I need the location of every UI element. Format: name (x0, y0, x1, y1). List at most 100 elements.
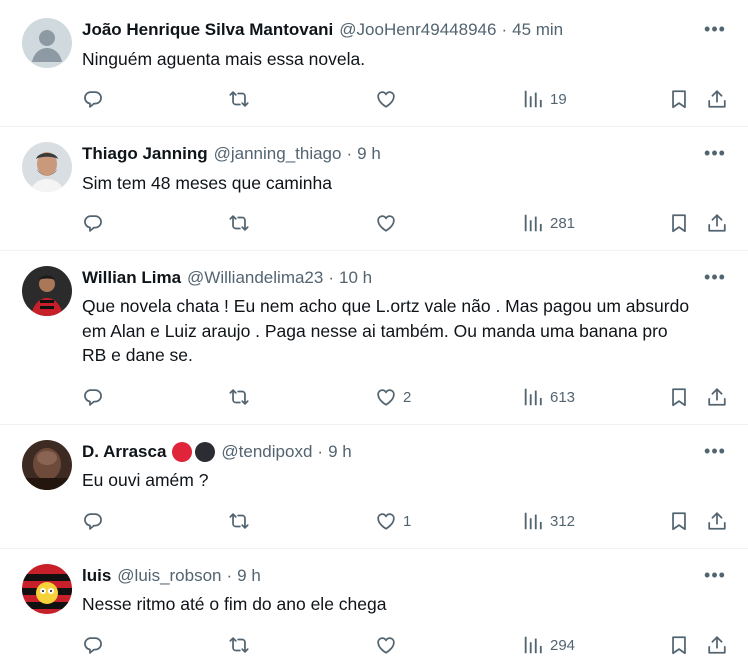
author-name[interactable]: D. Arrasca (82, 441, 166, 463)
like-button[interactable] (375, 633, 403, 657)
tweet-text: Eu ouvi amém ? (82, 470, 209, 490)
avatar[interactable] (22, 142, 72, 192)
black-circle-emoji (195, 442, 216, 462)
timestamp[interactable]: 45 min (512, 19, 563, 41)
like-button[interactable]: 1 (375, 509, 411, 533)
author-name[interactable]: luis (82, 565, 111, 587)
views-button[interactable]: 19 (522, 87, 567, 111)
share-button[interactable] (706, 633, 728, 657)
author-handle[interactable]: @JooHenr49448946 (339, 19, 496, 41)
author-handle[interactable]: @Williandelima23 (187, 267, 323, 289)
like-count: 1 (403, 512, 412, 530)
retweet-icon (228, 386, 250, 408)
retweet-button[interactable] (228, 509, 256, 533)
retweet-button[interactable] (228, 211, 256, 235)
separator-dot: · (317, 442, 324, 461)
bookmark-button[interactable] (668, 87, 690, 111)
bookmark-button[interactable] (668, 633, 690, 657)
timestamp[interactable]: 9 h (357, 143, 381, 165)
bookmark-icon (668, 212, 690, 234)
avatar[interactable] (22, 440, 72, 490)
tweet-text: Ninguém aguenta mais essa novela. (82, 49, 366, 69)
author-handle[interactable]: @luis_robson (117, 565, 221, 587)
views-button[interactable]: 281 (522, 211, 575, 235)
tweet-text: Nesse ritmo até o fim do ano ele chega (82, 594, 387, 614)
views-icon (522, 88, 544, 110)
reply-icon (82, 634, 104, 656)
separator-dot: · (346, 144, 353, 163)
share-button[interactable] (706, 509, 728, 533)
avatar[interactable] (22, 18, 72, 68)
bookmark-icon (668, 88, 690, 110)
action-bar: 19 (0, 87, 748, 111)
tweet[interactable]: João Henrique Silva Mantovani @JooHenr49… (0, 0, 748, 127)
like-icon (375, 510, 397, 532)
timestamp[interactable]: 10 h (339, 267, 372, 289)
author-name[interactable]: Willian Lima (82, 267, 181, 289)
bookmark-button[interactable] (668, 385, 690, 409)
retweet-icon (228, 212, 250, 234)
author-name[interactable]: Thiago Janning (82, 143, 208, 165)
author-handle[interactable]: @tendipoxd (221, 441, 312, 463)
retweet-icon (228, 634, 250, 656)
retweet-button[interactable] (228, 87, 256, 111)
action-bar: 2 613 (0, 385, 748, 409)
more-icon[interactable]: ••• (704, 566, 726, 591)
separator-dot: · (501, 20, 508, 39)
retweet-button[interactable] (228, 633, 256, 657)
reply-button[interactable] (82, 633, 110, 657)
like-icon (375, 386, 397, 408)
views-count: 294 (550, 636, 576, 654)
like-count: 2 (403, 388, 412, 406)
action-bar: 1 312 (0, 509, 748, 533)
retweet-button[interactable] (228, 385, 256, 409)
views-button[interactable]: 613 (522, 385, 575, 409)
more-icon[interactable]: ••• (704, 20, 726, 45)
share-button[interactable] (706, 87, 728, 111)
timestamp[interactable]: 9 h (328, 441, 352, 463)
more-icon[interactable]: ••• (704, 268, 726, 293)
bookmark-icon (668, 634, 690, 656)
share-button[interactable] (706, 385, 728, 409)
bookmark-button[interactable] (668, 211, 690, 235)
red-circle-emoji (172, 442, 193, 462)
tweet[interactable]: luis @luis_robson · 9 h ••• Nesse ritmo … (0, 549, 748, 670)
reply-button[interactable] (82, 87, 110, 111)
action-bar: 281 (0, 211, 748, 235)
author-name[interactable]: João Henrique Silva Mantovani (82, 19, 333, 41)
views-button[interactable]: 312 (522, 509, 575, 533)
reply-icon (82, 88, 104, 110)
share-button[interactable] (706, 211, 728, 235)
bookmark-button[interactable] (668, 509, 690, 533)
reply-icon (82, 386, 104, 408)
share-icon (706, 212, 728, 234)
author-handle[interactable]: @janning_thiago (214, 143, 342, 165)
views-icon (522, 634, 544, 656)
action-bar: 294 (0, 633, 748, 657)
share-icon (706, 88, 728, 110)
like-button[interactable] (375, 87, 403, 111)
like-icon (375, 88, 397, 110)
like-button[interactable]: 2 (375, 385, 411, 409)
bookmark-icon (668, 386, 690, 408)
timestamp[interactable]: 9 h (237, 565, 261, 587)
like-button[interactable] (375, 211, 403, 235)
avatar[interactable] (22, 266, 72, 316)
tweet[interactable]: Thiago Janning @janning_thiago · 9 h •••… (0, 127, 748, 251)
bookmark-icon (668, 510, 690, 532)
more-icon[interactable]: ••• (704, 442, 726, 467)
reply-button[interactable] (82, 211, 110, 235)
avatar[interactable] (22, 564, 72, 614)
reply-button[interactable] (82, 385, 110, 409)
more-icon[interactable]: ••• (704, 144, 726, 169)
like-icon (375, 634, 397, 656)
tweet[interactable]: Willian Lima @Williandelima23 · 10 h •••… (0, 251, 748, 425)
tweet-text: Sim tem 48 meses que caminha (82, 173, 332, 193)
separator-dot: · (328, 268, 335, 287)
views-button[interactable]: 294 (522, 633, 575, 657)
share-icon (706, 386, 728, 408)
reply-button[interactable] (82, 509, 110, 533)
views-count: 19 (550, 90, 567, 108)
tweet-text: Que novela chata ! Eu nem acho que L.ort… (82, 296, 690, 365)
tweet[interactable]: D. Arrasca @tendipoxd · 9 h ••• Eu ouvi … (0, 425, 748, 549)
